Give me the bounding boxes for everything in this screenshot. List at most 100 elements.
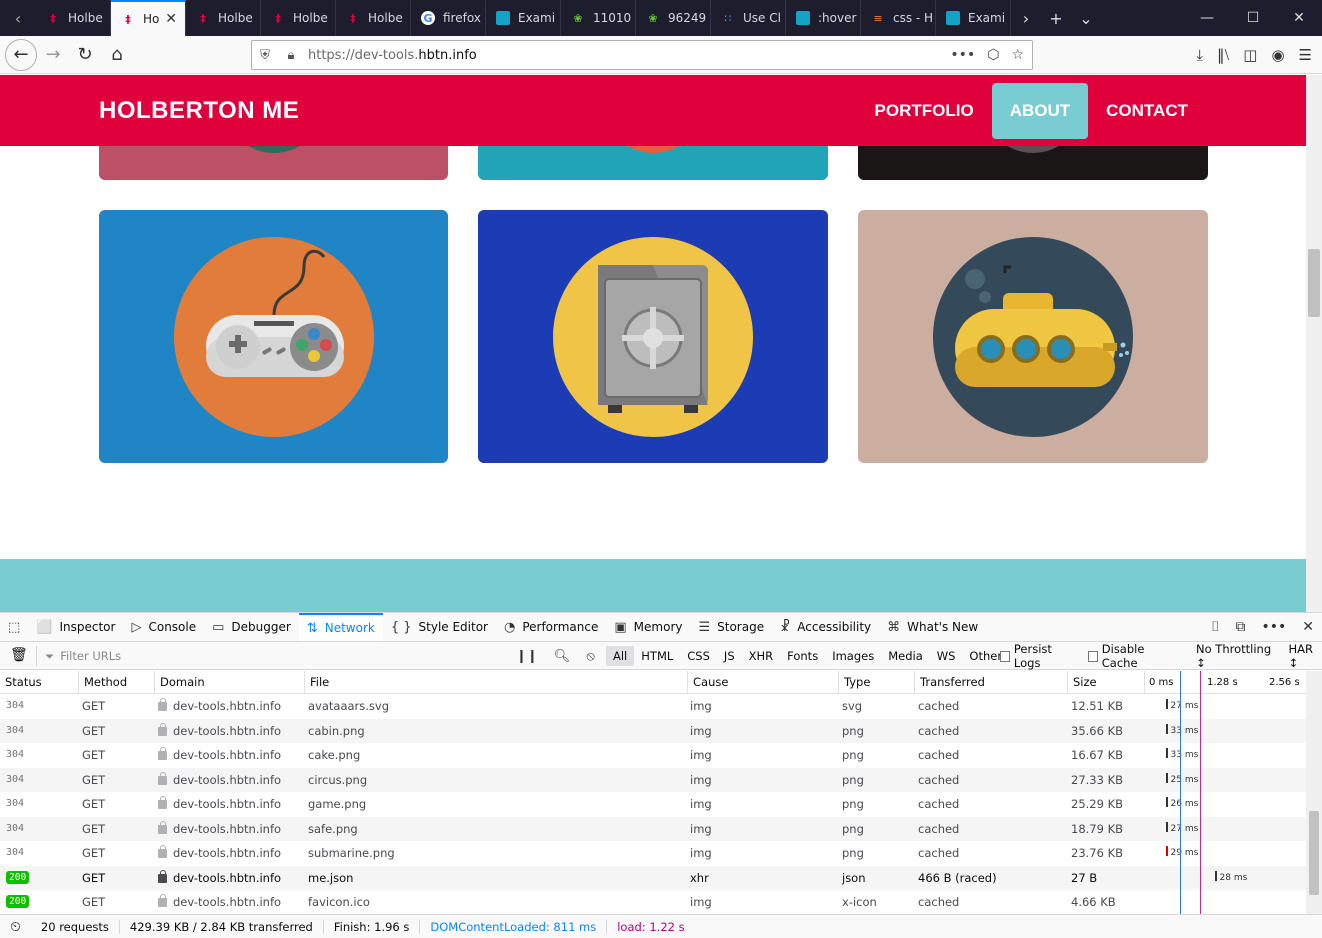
request-row[interactable]: 304 GET dev-tools.hbtn.info circus.png img pn… xyxy=(0,767,1306,792)
throttling-select[interactable]: No Throttling ↕ xyxy=(1196,642,1274,670)
type-filter-html[interactable]: HTML xyxy=(634,646,680,666)
devtools-tab-network[interactable]: ⇅ Network xyxy=(298,613,383,641)
browser-tab[interactable]: ‡ Holbe xyxy=(336,0,411,36)
type-filter-js[interactable]: JS xyxy=(717,646,742,666)
list-all-tabs-icon[interactable]: ⌄ xyxy=(1071,0,1101,36)
new-tab-icon[interactable]: + xyxy=(1041,0,1071,36)
address-bar[interactable]: ⛨ 🔒︎ https://dev-tools.hbtn.info ••• ⬡ ☆ xyxy=(251,40,1033,70)
browser-tab[interactable]: ∷ Use Cl xyxy=(711,0,786,36)
column-header-transferred[interactable]: Transferred xyxy=(914,671,1067,694)
column-header-cause[interactable]: Cause xyxy=(687,671,838,694)
persist-logs-checkbox[interactable]: Persist Logs xyxy=(1000,642,1074,670)
browser-tab[interactable]: Exami xyxy=(486,0,561,36)
request-row[interactable]: 304 GET dev-tools.hbtn.info cabin.png img png… xyxy=(0,718,1306,743)
page-scrollbar[interactable] xyxy=(1306,75,1322,612)
close-window-icon[interactable]: ✕ xyxy=(1276,0,1322,36)
type-filter-css[interactable]: CSS xyxy=(680,646,717,666)
browser-tab[interactable]: ‡ Ho ✕ xyxy=(111,0,186,36)
tab-scroll-right-icon[interactable]: › xyxy=(1011,0,1041,36)
column-header-status[interactable]: Status xyxy=(0,671,78,694)
column-header-file[interactable]: File xyxy=(304,671,687,694)
back-icon[interactable]: ← xyxy=(5,38,37,71)
column-header-type[interactable]: Type xyxy=(838,671,914,694)
pause-icon[interactable]: ❙❙ xyxy=(516,649,538,664)
portfolio-card-safe[interactable] xyxy=(478,210,828,463)
site-nav-contact[interactable]: CONTACT xyxy=(1088,83,1206,139)
type-filter-ws[interactable]: WS xyxy=(930,646,963,666)
site-brand[interactable]: HOLBERTON ME xyxy=(99,97,299,125)
request-row[interactable]: 304 GET dev-tools.hbtn.info safe.png img png c… xyxy=(0,816,1306,841)
type-filter-fonts[interactable]: Fonts xyxy=(780,646,825,666)
reload-icon[interactable]: ↻ xyxy=(69,39,101,71)
filter-urls-input[interactable]: ⏷ Filter URLs xyxy=(36,646,510,666)
maximize-icon[interactable]: ☐ xyxy=(1230,0,1276,36)
browser-tab[interactable]: ❀ 11010 xyxy=(561,0,636,36)
devtools-tab-storage[interactable]: ☰ Storage xyxy=(690,613,772,641)
sidebar-icon[interactable]: ◫ xyxy=(1243,46,1257,64)
browser-tab[interactable]: Gfirefox xyxy=(411,0,486,36)
portfolio-card-submarine[interactable] xyxy=(858,210,1208,463)
devtools-tab-performance[interactable]: ◔ Performance xyxy=(496,613,606,641)
element-picker-icon[interactable]: ⬚ xyxy=(0,613,28,641)
tab-scroll-left-icon[interactable]: ‹ xyxy=(0,0,36,36)
dock-options-icon[interactable]: ⧉ xyxy=(1235,619,1245,635)
column-header-domain[interactable]: Domain xyxy=(154,671,304,694)
portfolio-card-game[interactable] xyxy=(99,210,448,463)
downloads-icon[interactable]: ⤓ xyxy=(1196,46,1203,64)
close-devtools-icon[interactable]: ✕ xyxy=(1302,619,1314,635)
library-icon[interactable]: ‖⧵ xyxy=(1217,46,1229,64)
browser-tab[interactable]: Exami xyxy=(936,0,1011,36)
type-filter-media[interactable]: Media xyxy=(881,646,930,666)
type-filter-all[interactable]: All xyxy=(606,646,635,666)
browser-tab[interactable]: ‡ Holbe xyxy=(36,0,111,36)
forward-icon[interactable]: → xyxy=(37,39,69,71)
browser-tab[interactable]: ‡ Holbe xyxy=(261,0,336,36)
column-header-size[interactable]: Size xyxy=(1067,671,1144,694)
trash-icon[interactable]: 🗑︎ xyxy=(10,647,28,663)
disable-cache-checkbox[interactable]: Disable Cache xyxy=(1087,642,1174,670)
menu-icon[interactable]: ☰ xyxy=(1299,46,1312,64)
pocket-icon[interactable]: ⬡ xyxy=(987,47,999,63)
responsive-design-icon[interactable]: ⌷ xyxy=(1211,619,1219,635)
devtools-tab-accessibility[interactable]: ☧ Accessibility xyxy=(772,613,879,641)
page-scrollbar-thumb[interactable] xyxy=(1308,249,1320,317)
request-row[interactable]: 304 GET dev-tools.hbtn.info game.png img png c… xyxy=(0,792,1306,817)
more-options-icon[interactable]: ••• xyxy=(1261,619,1286,635)
request-row[interactable]: 304 GET dev-tools.hbtn.info cake.png img png c… xyxy=(0,743,1306,768)
home-icon[interactable]: ⌂ xyxy=(101,39,133,71)
url-text[interactable]: https://dev-tools.hbtn.info xyxy=(308,48,477,63)
devtools-tab-what-s-new[interactable]: ⌘ What's New xyxy=(879,613,986,641)
shield-icon[interactable]: ⛨ xyxy=(252,48,278,63)
devtools-tab-inspector[interactable]: ⬜ Inspector xyxy=(28,613,123,641)
devtools-tab-memory[interactable]: ▣ Memory xyxy=(606,613,690,641)
site-nav-portfolio[interactable]: PORTFOLIO xyxy=(857,83,992,139)
browser-tab[interactable]: ≡ css - H xyxy=(861,0,936,36)
type-filter-xhr[interactable]: XHR xyxy=(742,646,781,666)
devtools-tab-style-editor[interactable]: { } Style Editor xyxy=(383,613,496,641)
request-row[interactable]: 304 GET dev-tools.hbtn.info submarine.png im… xyxy=(0,841,1306,866)
type-filter-images[interactable]: Images xyxy=(825,646,881,666)
performance-analysis-icon[interactable]: ⏲ xyxy=(0,919,31,935)
site-nav-about[interactable]: ABOUT xyxy=(991,83,1089,139)
search-icon[interactable]: 🔍︎ xyxy=(554,649,571,664)
request-row[interactable]: 304 GET dev-tools.hbtn.info avataaars.svg im… xyxy=(0,694,1306,719)
close-tab-icon[interactable]: ✕ xyxy=(165,11,177,27)
request-row[interactable]: 200 GET dev-tools.hbtn.info me.json xhr json 4… xyxy=(0,865,1306,890)
bookmark-star-icon[interactable]: ☆ xyxy=(1011,47,1024,63)
lock-icon[interactable]: 🔒︎ xyxy=(278,48,304,63)
browser-tab[interactable]: ‡ Holbe xyxy=(186,0,261,36)
har-menu[interactable]: HAR ↕ xyxy=(1288,642,1322,670)
request-row[interactable]: 200 GET dev-tools.hbtn.info favicon.ico img x… xyxy=(0,890,1306,914)
column-header-method[interactable]: Method xyxy=(78,671,154,694)
devtools-tab-console[interactable]: ▷ Console xyxy=(123,613,204,641)
minimize-icon[interactable]: — xyxy=(1184,0,1230,36)
browser-tab[interactable]: ❀ 96249 xyxy=(636,0,711,36)
account-icon[interactable]: ◉ xyxy=(1271,46,1284,64)
column-header-waterfall[interactable]: 0 ms 1.28 s 2.56 s xyxy=(1144,671,1306,694)
devtools-tab-debugger[interactable]: ▭ Debugger xyxy=(204,613,299,641)
request-list-scrollbar-thumb[interactable] xyxy=(1309,811,1319,895)
request-list-scrollbar[interactable] xyxy=(1306,671,1322,914)
browser-tab[interactable]: :hover xyxy=(786,0,861,36)
block-icon[interactable]: ⦸ xyxy=(586,649,594,664)
page-actions-icon[interactable]: ••• xyxy=(950,47,975,63)
